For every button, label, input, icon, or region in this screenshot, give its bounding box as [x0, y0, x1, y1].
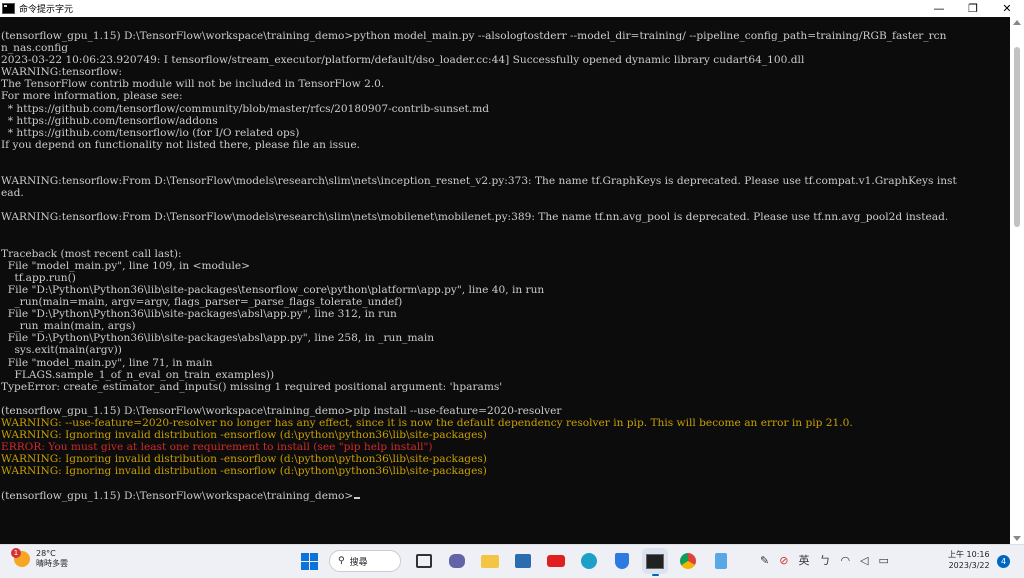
maximize-button[interactable]: ❐ — [956, 0, 990, 17]
console-line: Traceback (most recent call last): — [1, 247, 182, 260]
console-line: (tensorflow_gpu_1.15) D:\TensorFlow\work… — [1, 30, 947, 42]
console-line: TypeError: create_estimator_and_inputs()… — [1, 380, 503, 393]
terminal-icon[interactable] — [642, 548, 668, 576]
system-tray: ✎ ⊘ 英 ㄅ ◠ ◁ ▭ — [760, 552, 899, 568]
volume-icon[interactable]: ◁ — [860, 554, 868, 567]
minimize-button[interactable]: — — [922, 0, 956, 17]
console-line: WARNING: Ignoring invalid distribution -… — [1, 465, 487, 478]
input-method-indicator[interactable]: 英 — [798, 552, 809, 568]
taskbar: 1 28°C 晴時多雲 ⚲ 搜尋 ✎ ⊘ 英 ㄅ ◠ ◁ ▭ 上午 10:16 … — [0, 544, 1024, 578]
file-explorer-icon[interactable] — [477, 548, 503, 574]
ime-mode-icon[interactable]: ㄅ — [819, 552, 830, 568]
weather-temp: 28°C — [36, 549, 56, 558]
console-line: WARNING: Ignoring invalid distribution -… — [1, 429, 487, 442]
security-shield-icon[interactable] — [609, 548, 635, 574]
console-line: ead. — [1, 187, 24, 200]
console-line: For more information, please see: — [1, 90, 183, 103]
scroll-up-arrow-icon[interactable] — [1013, 20, 1021, 25]
console-text: (tensorflow_gpu_1.15) D:\TensorFlow\work… — [0, 17, 1010, 502]
console-line: ERROR: You must give at least one requir… — [1, 441, 433, 454]
youtube-icon[interactable] — [543, 548, 569, 574]
search-label: 搜尋 — [349, 557, 368, 568]
blocked-icon[interactable]: ⊘ — [779, 554, 788, 567]
console-line: WARNING:tensorflow:From D:\TensorFlow\mo… — [1, 175, 957, 188]
clock-time: 上午 10:16 — [948, 550, 990, 559]
edge-icon[interactable] — [576, 548, 602, 574]
title-bar: 命令提示字元 — ❐ ✕ — [0, 0, 1024, 17]
text-cursor — [354, 496, 361, 499]
cmd-app-icon[interactable] — [2, 3, 15, 14]
console-line: File "D:\Python\Python36\lib\site-packag… — [1, 283, 545, 296]
vertical-scrollbar[interactable] — [1010, 17, 1024, 544]
console-line: File "D:\Python\Python36\lib\site-packag… — [1, 308, 397, 321]
console-line: File "D:\Python\Python36\lib\site-packag… — [1, 332, 435, 345]
console-line: WARNING:tensorflow: — [1, 66, 123, 79]
console-line: * https://github.com/tensorflow/io (for … — [1, 126, 300, 139]
console-line: The TensorFlow contrib module will not b… — [1, 78, 385, 91]
scroll-down-arrow-icon[interactable] — [1013, 536, 1021, 541]
console-line: 2023-03-22 10:06:23.920749: I tensorflow… — [1, 54, 805, 67]
search-icon: ⚲ — [338, 556, 345, 566]
console-line: (tensorflow_gpu_1.15) D:\TensorFlow\work… — [1, 490, 1010, 502]
weather-widget[interactable]: 1 28°C 晴時多雲 — [11, 548, 68, 569]
taskbar-search[interactable]: ⚲ 搜尋 — [329, 550, 401, 572]
weather-sun-icon: 1 — [11, 548, 30, 567]
console-line: WARNING: --use-feature=2020-resolver no … — [1, 417, 853, 429]
console-line: _run(main=main, argv=argv, flags_parser=… — [1, 296, 403, 309]
console-line: WARNING: Ignoring invalid distribution -… — [1, 453, 487, 466]
console-line: WARNING:tensorflow:From D:\TensorFlow\mo… — [1, 211, 949, 224]
wifi-icon[interactable]: ◠ — [840, 554, 850, 567]
task-view-icon[interactable] — [411, 548, 437, 574]
console-line: If you depend on functionality not liste… — [1, 138, 360, 151]
weather-desc: 晴時多雲 — [36, 559, 68, 568]
battery-icon[interactable]: ▭ — [879, 554, 889, 567]
console-line: _run_main(main, args) — [1, 320, 136, 333]
store-icon[interactable] — [510, 548, 536, 574]
console-line: n_nas.config — [1, 42, 69, 55]
windows-logo-icon — [300, 552, 318, 570]
console-line: * https://github.com/tensorflow/communit… — [1, 102, 490, 115]
console-output[interactable]: (tensorflow_gpu_1.15) D:\TensorFlow\work… — [0, 17, 1010, 544]
close-button[interactable]: ✕ — [990, 0, 1024, 17]
clock-date: 2023/3/22 — [948, 561, 990, 570]
console-line: FLAGS.sample_1_of_n_eval_on_train_exampl… — [1, 368, 275, 381]
notification-badge[interactable]: 4 — [997, 555, 1010, 568]
scroll-thumb[interactable] — [1014, 47, 1020, 227]
chrome-icon[interactable] — [675, 548, 701, 574]
notepad-icon[interactable] — [708, 548, 734, 574]
console-line: File "model_main.py", line 71, in main — [1, 356, 213, 369]
pen-icon[interactable]: ✎ — [760, 554, 769, 567]
console-line: File "model_main.py", line 109, in <modu… — [1, 259, 251, 272]
start-button[interactable] — [296, 548, 322, 574]
console-line: (tensorflow_gpu_1.15) D:\TensorFlow\work… — [1, 404, 562, 417]
console-line: tf.app.run() — [1, 271, 76, 284]
console-line: * https://github.com/tensorflow/addons — [1, 114, 218, 127]
taskbar-clock[interactable]: 上午 10:16 2023/3/22 — [948, 549, 990, 571]
weather-badge: 1 — [11, 548, 21, 558]
window-title: 命令提示字元 — [19, 5, 74, 15]
console-line: sys.exit(main(argv)) — [1, 344, 122, 357]
chat-icon[interactable] — [444, 548, 470, 574]
